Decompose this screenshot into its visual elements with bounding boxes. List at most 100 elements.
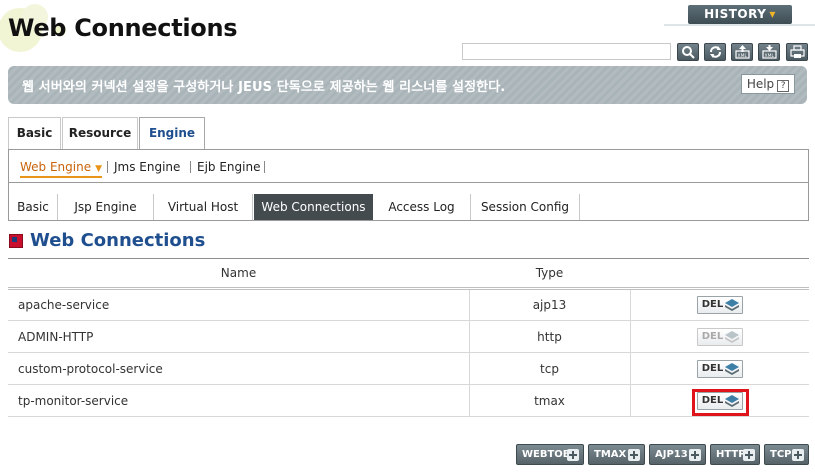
help-label: Help bbox=[746, 77, 775, 91]
import-xml-button[interactable]: XML bbox=[758, 43, 780, 61]
connections-table: Name Type apache-service ajp13 DEL ADMIN… bbox=[8, 258, 809, 417]
subtab-web-engine[interactable]: Web Engine ▼ bbox=[20, 160, 103, 178]
search-button[interactable] bbox=[677, 43, 699, 61]
chevron-down-icon: ▾ bbox=[769, 7, 776, 21]
description-banner: 웹 서버와의 커넥션 설정을 구성하거나 JEUS 단독으로 제공하는 웹 리스… bbox=[8, 66, 807, 104]
refresh-icon bbox=[710, 46, 721, 58]
tab-label: Access Log bbox=[388, 200, 455, 214]
tab-label: Session Config bbox=[480, 200, 570, 214]
delete-button[interactable]: DEL bbox=[696, 359, 743, 378]
delete-stack-icon bbox=[724, 394, 739, 407]
connection-type: tcp bbox=[469, 352, 631, 385]
tab-resource[interactable]: Resource bbox=[62, 117, 138, 149]
add-tmax-button[interactable]: TMAX bbox=[588, 444, 645, 465]
column-header-actions bbox=[630, 258, 809, 290]
tab-label: Basic bbox=[16, 126, 53, 140]
delete-stack-icon bbox=[724, 299, 739, 311]
tab-label: Virtual Host bbox=[167, 200, 239, 214]
table-row: custom-protocol-service tcp DEL bbox=[8, 352, 809, 385]
column-header-type: Type bbox=[469, 258, 630, 290]
search-input[interactable] bbox=[462, 43, 671, 60]
connection-type: tmax bbox=[469, 384, 631, 417]
add-button-label: TCP bbox=[770, 449, 792, 460]
description-text: 웹 서버와의 커넥션 설정을 구성하거나 JEUS 단독으로 제공하는 웹 리스… bbox=[22, 80, 506, 95]
svg-text:XML: XML bbox=[765, 53, 775, 59]
add-icon bbox=[628, 449, 640, 461]
tab-virtual-host[interactable]: Virtual Host bbox=[154, 194, 253, 220]
subtab-label: Ejb Engine bbox=[197, 160, 261, 174]
tab-basic[interactable]: Basic bbox=[9, 194, 58, 220]
search-icon bbox=[682, 46, 695, 59]
divider bbox=[190, 161, 191, 173]
column-header-name: Name bbox=[8, 258, 469, 290]
add-ajp13-button[interactable]: AJP13 bbox=[649, 444, 706, 465]
add-button-label: WEBTOB bbox=[522, 449, 571, 460]
subtab-jms-engine[interactable]: Jms Engine bbox=[114, 160, 180, 174]
engine-subnav: Web Engine ▼ Jms Engine Ejb Engine bbox=[9, 149, 808, 183]
add-icon bbox=[567, 449, 579, 461]
table-row: tp-monitor-service tmax DEL bbox=[8, 384, 809, 417]
delete-stack-icon bbox=[724, 362, 739, 375]
import-xml-icon: XML bbox=[762, 45, 777, 59]
page-title: Web Connections bbox=[8, 14, 238, 42]
tab-session-config[interactable]: Session Config bbox=[471, 194, 580, 220]
tab-label: Engine bbox=[148, 126, 196, 140]
section-title: Web Connections bbox=[30, 230, 206, 251]
add-icon bbox=[743, 449, 755, 461]
refresh-button[interactable] bbox=[704, 43, 726, 61]
action-cell: DEL bbox=[630, 288, 809, 321]
table-header-row: Name Type bbox=[8, 258, 809, 290]
connection-type: http bbox=[469, 320, 631, 353]
print-button[interactable] bbox=[786, 43, 808, 61]
export-xml-icon: XML bbox=[735, 45, 750, 59]
tab-jsp-engine[interactable]: Jsp Engine bbox=[58, 194, 154, 220]
history-label: HISTORY bbox=[704, 7, 767, 21]
tab-engine[interactable]: Engine bbox=[139, 117, 205, 150]
divider bbox=[8, 220, 809, 221]
tab-basic[interactable]: Basic bbox=[8, 117, 61, 149]
tab-label: Jsp Engine bbox=[74, 200, 137, 214]
add-webtob-button[interactable]: WEBTOB bbox=[516, 444, 584, 465]
table-row: ADMIN-HTTP http DEL bbox=[8, 320, 809, 353]
caret-down-icon: ▼ bbox=[95, 164, 103, 174]
page: Web Connections HISTORY ▾ XML XML 웹 서버와의… bbox=[0, 0, 815, 474]
delete-label: DEL bbox=[701, 362, 724, 374]
print-icon bbox=[790, 45, 805, 58]
connection-name[interactable]: ADMIN-HTTP bbox=[8, 320, 470, 353]
table-row: apache-service ajp13 DEL bbox=[8, 288, 809, 321]
subtab-label: Jms Engine bbox=[114, 160, 181, 174]
add-icon bbox=[689, 449, 701, 461]
tab-access-log[interactable]: Access Log bbox=[373, 194, 471, 220]
action-cell: DEL bbox=[630, 384, 809, 417]
add-button-label: AJP13 bbox=[655, 449, 688, 460]
tab-web-connections[interactable]: Web Connections bbox=[254, 194, 373, 220]
delete-label: DEL bbox=[701, 330, 724, 342]
subtab-label: Web Engine bbox=[20, 160, 92, 174]
divider bbox=[107, 161, 108, 173]
action-cell: DEL bbox=[630, 320, 809, 353]
delete-label: DEL bbox=[701, 394, 724, 406]
export-xml-button[interactable]: XML bbox=[731, 43, 753, 61]
tab-label: Basic bbox=[17, 200, 49, 214]
connection-name[interactable]: custom-protocol-service bbox=[8, 352, 470, 385]
delete-button: DEL bbox=[696, 327, 743, 346]
delete-button[interactable]: DEL bbox=[696, 296, 743, 314]
tab-label: Resource bbox=[68, 126, 132, 140]
add-icon bbox=[792, 449, 804, 461]
connection-name[interactable]: apache-service bbox=[8, 288, 470, 321]
help-button[interactable]: Help? bbox=[741, 74, 795, 94]
subtab-ejb-engine[interactable]: Ejb Engine bbox=[197, 160, 260, 174]
add-button-label: TMAX bbox=[594, 449, 627, 460]
help-icon: ? bbox=[777, 80, 790, 92]
connection-type: ajp13 bbox=[469, 288, 631, 321]
history-button[interactable]: HISTORY ▾ bbox=[688, 5, 792, 24]
section-icon bbox=[9, 234, 23, 248]
svg-text:XML: XML bbox=[738, 53, 748, 59]
add-tcp-button[interactable]: TCP bbox=[764, 444, 809, 465]
add-http-button[interactable]: HTTP bbox=[710, 444, 760, 465]
connection-name[interactable]: tp-monitor-service bbox=[8, 384, 470, 417]
action-cell: DEL bbox=[630, 352, 809, 385]
delete-button[interactable]: DEL bbox=[696, 391, 743, 410]
divider bbox=[264, 161, 265, 173]
divider bbox=[664, 24, 815, 26]
